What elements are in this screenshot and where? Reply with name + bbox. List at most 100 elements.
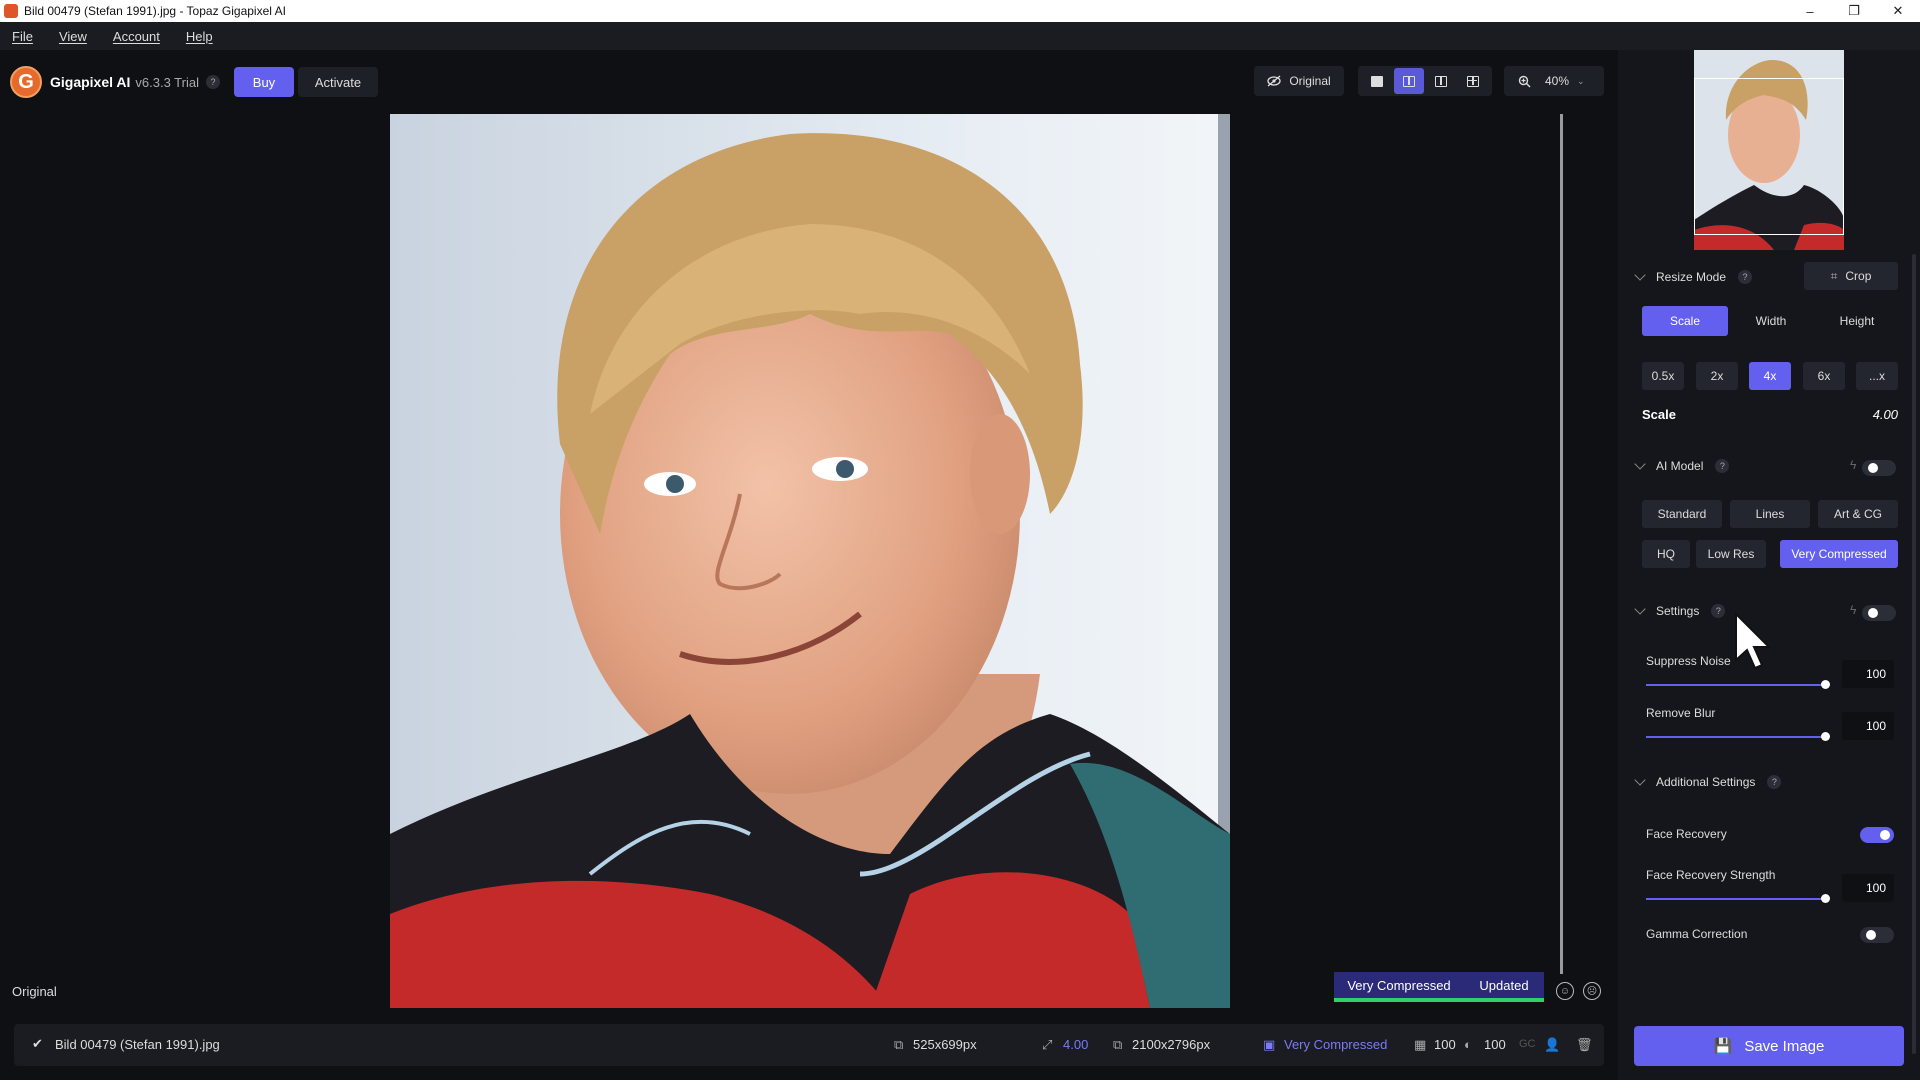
original-label: Original xyxy=(1289,74,1331,88)
resize-mode-header[interactable]: Resize Mode ? xyxy=(1634,269,1753,284)
tab-scale[interactable]: Scale xyxy=(1642,306,1728,336)
image-canvas[interactable]: Original Very Compressed Updated ☺ ☹ xyxy=(0,114,1618,1010)
tab-width[interactable]: Width xyxy=(1728,306,1814,336)
model-status: Very Compressed xyxy=(1284,1037,1388,1052)
view-grid-button[interactable] xyxy=(1458,68,1488,94)
save-image-label: Save Image xyxy=(1744,1037,1825,1055)
sidebar-scrollbar[interactable] xyxy=(1912,254,1916,1054)
view-side-by-side-button[interactable] xyxy=(1426,68,1456,94)
view-single-button[interactable] xyxy=(1362,68,1392,94)
settings-sidebar: Resize Mode ? ⌗ Crop Scale Width Height … xyxy=(1618,50,1920,1080)
face-recovery-label: Face Recovery xyxy=(1646,827,1727,841)
minimize-button[interactable]: – xyxy=(1788,0,1832,22)
slider-thumb[interactable] xyxy=(1821,680,1830,689)
menu-view[interactable]: View xyxy=(59,29,87,44)
file-status-bar: ✔ Bild 00479 (Stefan 1991).jpg ⧉ 525x699… xyxy=(14,1024,1604,1066)
blur-icon: ◐ xyxy=(1464,1037,1472,1052)
save-image-button[interactable]: 💾 Save Image xyxy=(1634,1026,1904,1066)
slider-thumb[interactable] xyxy=(1821,894,1830,903)
slider-thumb[interactable] xyxy=(1821,732,1830,741)
ai-model-header[interactable]: AI Model ? xyxy=(1634,458,1730,473)
chevron-down-icon xyxy=(1634,458,1646,470)
remove-blur-value[interactable]: 100 xyxy=(1842,712,1894,740)
model-very-compressed[interactable]: Very Compressed xyxy=(1780,540,1898,568)
scale-label: Scale xyxy=(1642,407,1676,422)
close-button[interactable]: ✕ xyxy=(1876,0,1920,22)
model-low-res[interactable]: Low Res xyxy=(1696,540,1766,568)
scale-value[interactable]: 4.00 xyxy=(1858,407,1898,422)
face-recovery-toggle[interactable] xyxy=(1860,827,1894,843)
preset-4x[interactable]: 4x xyxy=(1749,362,1791,390)
model-lines[interactable]: Lines xyxy=(1730,500,1810,528)
app-version: v6.3.3 Trial xyxy=(135,74,199,90)
input-size: 525x699px xyxy=(913,1037,977,1052)
remove-blur-slider[interactable] xyxy=(1646,732,1830,741)
model-hq[interactable]: HQ xyxy=(1642,540,1690,568)
preset-2x[interactable]: 2x xyxy=(1696,362,1738,390)
model-standard[interactable]: Standard xyxy=(1642,500,1722,528)
suppress-noise-slider[interactable] xyxy=(1646,680,1830,689)
additional-settings-header[interactable]: Additional Settings ? xyxy=(1634,774,1782,789)
toggle-knob xyxy=(1868,463,1878,473)
gamma-correction-toggle[interactable] xyxy=(1860,927,1894,943)
output-size-icon: ⧉ xyxy=(1113,1037,1123,1052)
buy-button[interactable]: Buy xyxy=(233,67,294,97)
restore-button[interactable]: ❐ xyxy=(1832,0,1876,22)
suppress-noise-value[interactable]: 100 xyxy=(1842,660,1894,688)
view-split-button[interactable] xyxy=(1394,68,1424,94)
single-view-icon xyxy=(1371,75,1383,87)
face-person-icon: 👤 xyxy=(1544,1037,1561,1052)
preview-image xyxy=(390,114,1230,1008)
face-compare-icon[interactable]: ☹ xyxy=(1583,982,1601,1000)
side-by-side-icon xyxy=(1435,75,1447,87)
help-icon[interactable]: ? xyxy=(1711,604,1726,618)
resize-mode-title: Resize Mode xyxy=(1656,270,1727,284)
crop-button[interactable]: ⌗ Crop xyxy=(1804,262,1898,290)
model-badge: Very Compressed xyxy=(1334,972,1464,1002)
settings-header[interactable]: Settings ? xyxy=(1634,603,1726,618)
viewport-frame[interactable] xyxy=(1694,78,1844,235)
input-size-icon: ⧉ xyxy=(894,1037,904,1052)
original-toggle-button[interactable]: Original xyxy=(1254,66,1344,96)
face-recovery-strength-slider[interactable] xyxy=(1646,894,1830,903)
menu-help[interactable]: Help xyxy=(186,29,213,44)
help-icon[interactable]: ? xyxy=(1767,775,1782,789)
chevron-down-icon xyxy=(1634,603,1646,615)
noise-value: 100 xyxy=(1434,1037,1456,1052)
face-icon[interactable]: ☺ xyxy=(1556,982,1574,1000)
zoom-control[interactable]: 40% ⌄ xyxy=(1504,66,1604,96)
preset-custom[interactable]: ...x xyxy=(1856,362,1898,390)
ai-model-title: AI Model xyxy=(1656,459,1704,473)
activate-button[interactable]: Activate xyxy=(297,67,378,97)
model-icon: ▣ xyxy=(1263,1037,1276,1052)
help-icon[interactable]: ? xyxy=(205,75,220,89)
model-art-cg[interactable]: Art & CG xyxy=(1818,500,1898,528)
blur-value: 100 xyxy=(1484,1037,1506,1052)
tab-height[interactable]: Height xyxy=(1814,306,1900,336)
face-recovery-strength-value[interactable]: 100 xyxy=(1842,874,1894,902)
grid-view-icon xyxy=(1467,75,1479,87)
settings-auto-toggle[interactable] xyxy=(1862,605,1896,621)
main-toolbar: G Gigapixel AI v6.3.3 Trial ? Buy Activa… xyxy=(0,50,1618,114)
chevron-down-icon: ⌄ xyxy=(1577,75,1585,86)
navigator-thumbnail[interactable] xyxy=(1694,50,1844,250)
ai-model-auto-toggle[interactable] xyxy=(1862,460,1896,476)
preset-6x[interactable]: 6x xyxy=(1803,362,1845,390)
mouse-cursor-icon xyxy=(1735,612,1772,670)
preset-0.5x[interactable]: 0.5x xyxy=(1642,362,1684,390)
file-name: Bild 00479 (Stefan 1991).jpg xyxy=(55,1037,220,1052)
additional-settings-title: Additional Settings xyxy=(1656,775,1756,789)
chevron-down-icon xyxy=(1634,269,1646,281)
app-icon xyxy=(4,4,18,18)
app-name: Gigapixel AI xyxy=(50,74,131,90)
original-side-label: Original xyxy=(12,984,57,999)
eye-off-icon xyxy=(1267,75,1281,87)
trash-icon[interactable]: 🗑 xyxy=(1576,1037,1593,1053)
menu-file[interactable]: File xyxy=(12,29,33,44)
help-icon[interactable]: ? xyxy=(1715,459,1730,473)
check-icon[interactable]: ✔ xyxy=(32,1036,43,1052)
suppress-noise-label: Suppress Noise xyxy=(1646,654,1731,668)
split-divider[interactable] xyxy=(1560,114,1563,974)
help-icon[interactable]: ? xyxy=(1738,270,1753,284)
menu-account[interactable]: Account xyxy=(113,29,160,44)
